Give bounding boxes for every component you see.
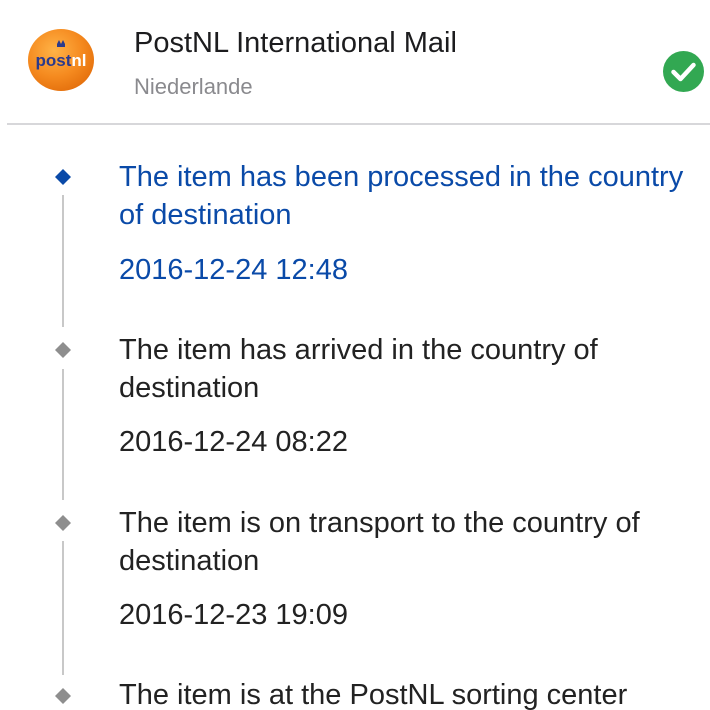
carrier-country: Niederlande [134,74,253,99]
tracking-screen: postnl PostNL International Mail Niederl… [0,0,710,710]
delivered-check-icon [663,51,704,92]
event-description: The item is at the PostNL sorting center [119,679,628,710]
event-timestamp: 2016-12-24 08:22 [119,426,348,458]
current-diamond-marker-icon [55,169,71,185]
timeline-event[interactable]: The item is at the PostNL sorting center [0,650,710,710]
carrier-name: PostNL International Mail [134,27,457,59]
diamond-marker-icon [55,688,71,704]
event-timestamp: 2016-12-23 19:09 [119,599,348,631]
event-description: The item has been processed in the count… [119,161,684,231]
diamond-marker-icon [55,515,71,531]
postnl-logo: postnl [27,28,95,92]
timeline-event[interactable]: The item has arrived in the country of d… [0,305,710,478]
event-timestamp: 2016-12-24 12:48 [119,254,348,286]
event-description: The item is on transport to the country … [119,507,640,577]
svg-text:postnl: postnl [36,51,87,70]
carrier-header[interactable]: postnl PostNL International Mail Niederl… [0,0,710,124]
tracking-timeline: The item has been processed in the count… [0,125,710,710]
diamond-marker-icon [55,342,71,358]
timeline-event[interactable]: The item is on transport to the country … [0,478,710,650]
timeline-event[interactable]: The item has been processed in the count… [0,125,710,305]
event-description: The item has arrived in the country of d… [119,334,598,404]
